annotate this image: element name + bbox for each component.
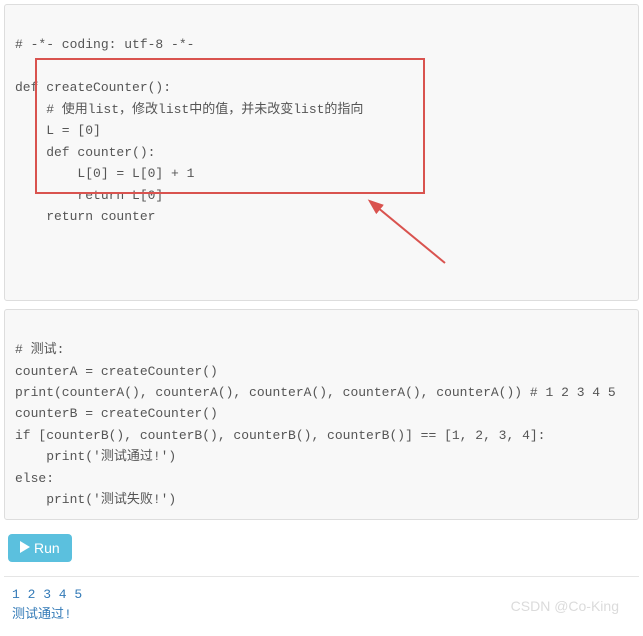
code-line: # 使用list，修改list中的值，并未改变list的指向 xyxy=(15,102,363,117)
output-line: 1 2 3 4 5 xyxy=(12,587,82,602)
code-line: def counter(): xyxy=(15,145,155,160)
run-button[interactable]: Run xyxy=(8,534,72,562)
code-line: counterA = createCounter() xyxy=(15,364,218,379)
run-button-label: Run xyxy=(34,540,60,556)
code-line: L[0] = L[0] + 1 xyxy=(15,166,194,181)
code-line: if [counterB(), counterB(), counterB(), … xyxy=(15,428,546,443)
code-line: else: xyxy=(15,471,54,486)
code-line: def createCounter(): xyxy=(15,80,171,95)
page-container: # -*- coding: utf-8 -*- def createCounte… xyxy=(4,4,639,632)
code-line: # 测试: xyxy=(15,342,64,357)
play-icon xyxy=(20,540,30,556)
output-line: 测试通过! xyxy=(12,607,72,622)
code-line: return counter xyxy=(15,209,155,224)
code-line: print(counterA(), counterA(), counterA()… xyxy=(15,385,616,400)
watermark: CSDN @Co-King xyxy=(511,598,619,614)
code-line: # -*- coding: utf-8 -*- xyxy=(15,37,194,52)
code-line: return L[0] xyxy=(15,188,163,203)
code-line: print('测试失败!') xyxy=(15,492,176,507)
code-block-1: # -*- coding: utf-8 -*- def createCounte… xyxy=(4,4,639,301)
code-line: counterB = createCounter() xyxy=(15,406,218,421)
code-line: L = [0] xyxy=(15,123,101,138)
code-line: print('测试通过!') xyxy=(15,449,176,464)
code-block-2: # 测试: counterA = createCounter() print(c… xyxy=(4,309,639,520)
divider xyxy=(4,576,639,577)
